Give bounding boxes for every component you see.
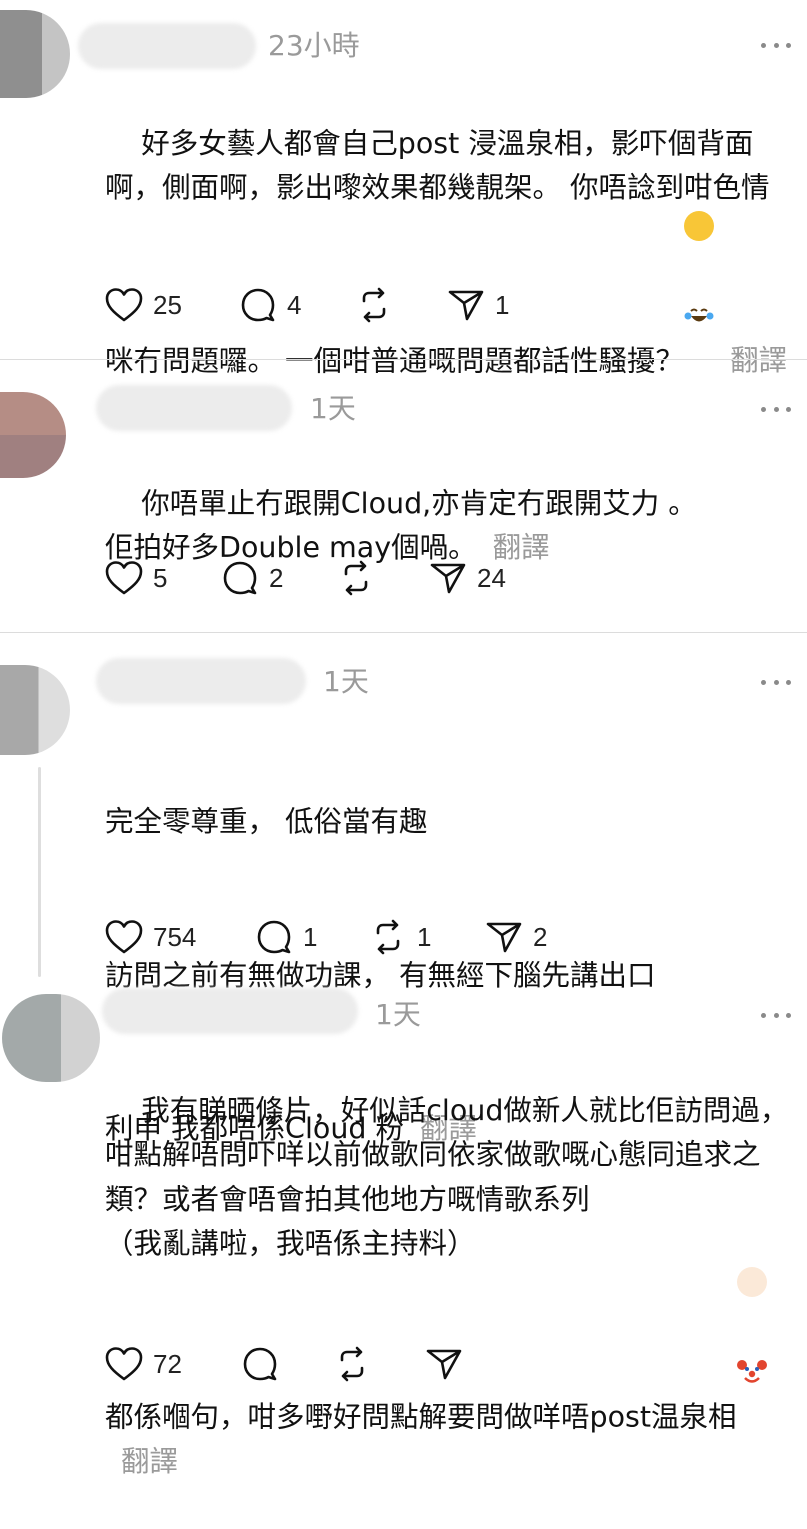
comment-icon xyxy=(257,920,291,954)
reply-count: 4 xyxy=(287,289,302,320)
post-body: 你唔單止冇跟開Cloud,亦肯定冇跟開艾力 。 佢拍好多Double may個喎… xyxy=(105,486,697,565)
heart-icon xyxy=(105,920,143,954)
send-icon xyxy=(426,1349,462,1380)
post-body: 好多女藝人都會自己post 浸溫泉相，影吓個背面啊，側面啊，影出嚟效果都幾靚架。… xyxy=(105,126,770,378)
timestamp: 1天 xyxy=(323,665,369,698)
more-options-icon[interactable] xyxy=(761,677,791,687)
post-2: 1天 你唔單止冇跟開Cloud,亦肯定冇跟開艾力 。 佢拍好多Double ma… xyxy=(0,360,807,632)
repost-button[interactable] xyxy=(333,1344,381,1384)
avatar[interactable] xyxy=(2,994,100,1082)
tears-of-joy-emoji xyxy=(684,210,715,321)
post-paragraph: 完全零尊重， 低俗當有趣 xyxy=(105,805,428,838)
reply-button[interactable]: 2 xyxy=(221,558,283,598)
post-1: 23小時 好多女藝人都會自己post 浸溫泉相，影吓個背面啊，側面啊，影出嚟效果… xyxy=(0,0,807,377)
action-bar: 5 2 24 xyxy=(105,558,525,598)
post-3: 1天 完全零尊重， 低俗當有趣 訪問之前有無做功課， 有無經下腦先講出口 利申 … xyxy=(0,633,807,1145)
thread-line xyxy=(38,767,41,977)
reply-button[interactable]: 4 xyxy=(239,285,301,325)
heart-icon xyxy=(105,288,143,322)
like-count: 5 xyxy=(153,562,168,593)
repost-button[interactable] xyxy=(355,285,403,325)
action-bar: 72 xyxy=(105,1344,525,1384)
heart-icon xyxy=(105,561,143,595)
repost-icon xyxy=(376,919,400,955)
send-icon xyxy=(486,922,522,953)
share-button[interactable]: 2 xyxy=(485,917,547,957)
action-bar: 754 1 1 2 xyxy=(105,917,565,957)
comment-icon xyxy=(241,288,275,322)
avatar[interactable] xyxy=(0,665,70,755)
repost-icon xyxy=(340,1346,364,1382)
more-options-icon[interactable] xyxy=(761,40,791,50)
like-button[interactable]: 72 xyxy=(105,1344,182,1384)
send-icon xyxy=(430,563,466,594)
more-options-icon[interactable] xyxy=(761,404,791,414)
repost-icon xyxy=(362,287,386,323)
share-count: 1 xyxy=(495,289,510,320)
like-count: 72 xyxy=(153,1348,182,1379)
clown-face-emoji xyxy=(736,1266,767,1383)
share-count: 2 xyxy=(533,921,548,952)
username-blurred[interactable] xyxy=(78,23,256,69)
send-icon xyxy=(448,290,484,321)
like-button[interactable]: 25 xyxy=(105,285,182,325)
comment-icon xyxy=(223,561,257,595)
avatar[interactable] xyxy=(0,392,66,478)
share-button[interactable]: 1 xyxy=(447,285,509,325)
like-button[interactable]: 754 xyxy=(105,917,196,957)
comment-icon xyxy=(243,1347,277,1381)
reply-button[interactable] xyxy=(241,1344,289,1384)
share-button[interactable]: 24 xyxy=(429,558,506,598)
timestamp: 23小時 xyxy=(268,29,360,62)
repost-button[interactable]: 1 xyxy=(369,917,431,957)
share-button[interactable] xyxy=(425,1344,473,1384)
post-4: 1天 我有睇晒條片，好似話cloud做新人就比佢訪問過，咁點解唔問吓咩以前做歌同… xyxy=(0,978,807,1478)
action-bar: 25 4 1 xyxy=(105,285,525,325)
like-button[interactable]: 5 xyxy=(105,558,167,598)
repost-count: 1 xyxy=(417,921,432,952)
repost-button[interactable] xyxy=(337,558,385,598)
like-count: 25 xyxy=(153,289,182,320)
reply-count: 1 xyxy=(303,921,318,952)
timestamp: 1天 xyxy=(310,392,356,425)
post-text: 我有睇晒條片，好似話cloud做新人就比佢訪問過，咁點解唔問吓咩以前做歌同依家做… xyxy=(105,1044,795,1529)
share-count: 24 xyxy=(477,562,506,593)
timestamp: 1天 xyxy=(375,998,421,1031)
translate-link[interactable]: 翻譯 xyxy=(121,1445,178,1478)
avatar[interactable] xyxy=(0,10,70,98)
username-blurred[interactable] xyxy=(96,658,306,704)
reply-button[interactable]: 1 xyxy=(255,917,317,957)
heart-icon xyxy=(105,1347,143,1381)
more-options-icon[interactable] xyxy=(761,1010,791,1020)
username-blurred[interactable] xyxy=(102,988,358,1034)
reply-count: 2 xyxy=(269,562,284,593)
username-blurred[interactable] xyxy=(96,385,292,431)
like-count: 754 xyxy=(153,921,197,952)
repost-icon xyxy=(344,560,368,596)
